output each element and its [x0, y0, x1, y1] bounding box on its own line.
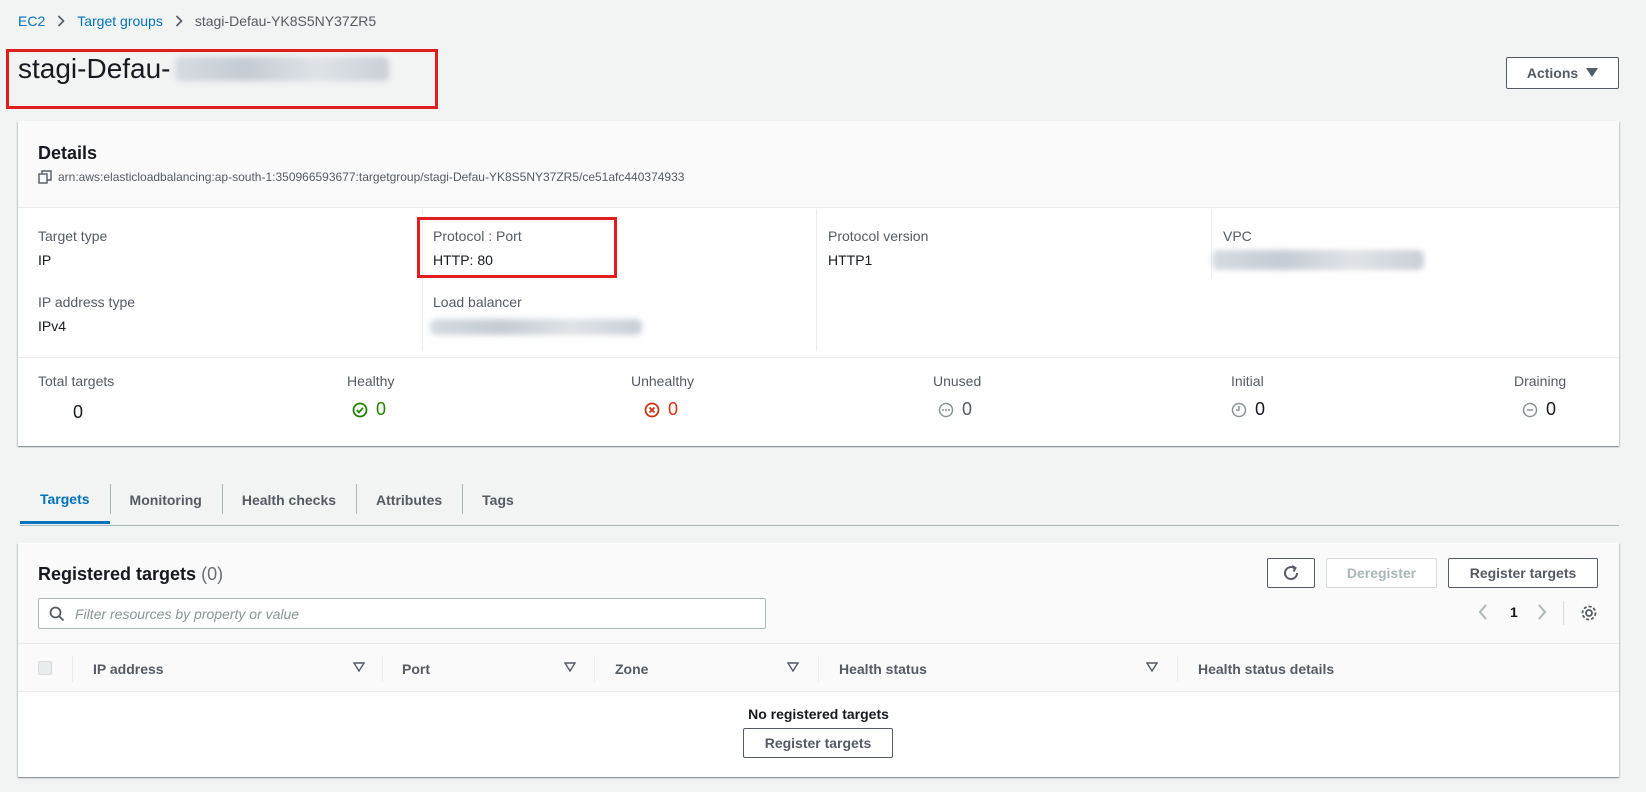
section-divider: [18, 357, 1619, 358]
empty-state-title: No registered targets: [748, 706, 889, 722]
protocol-version-label: Protocol version: [828, 228, 929, 244]
breadcrumb: EC2 Target groups stagi-Defau-YK8S5NY37Z…: [18, 13, 376, 29]
column-ip-address[interactable]: IP address: [93, 644, 164, 693]
unhealthy-value: 0: [668, 399, 679, 419]
column-separator: [818, 656, 819, 682]
column-separator: [1177, 656, 1178, 682]
sort-caret-icon[interactable]: [1146, 662, 1158, 672]
deregister-button[interactable]: Deregister: [1326, 558, 1437, 588]
unused-count: 0: [938, 399, 972, 420]
actions-button[interactable]: Actions: [1506, 57, 1619, 89]
healthy-value: 0: [376, 399, 387, 419]
column-separator: [72, 656, 73, 682]
unhealthy-label: Unhealthy: [631, 373, 695, 389]
refresh-icon: [1284, 565, 1299, 581]
target-type-value: IP: [38, 252, 52, 268]
targets-title-text: Registered targets: [38, 564, 197, 584]
minus-circle-icon: [1522, 402, 1538, 417]
draining-count: 0: [1522, 399, 1556, 420]
protocol-version-value: HTTP1: [828, 252, 873, 268]
healthy-label: Healthy: [347, 373, 395, 389]
total-targets-label: Total targets: [38, 373, 115, 389]
tab-attributes[interactable]: Attributes: [356, 476, 462, 524]
tab-tags[interactable]: Tags: [462, 476, 534, 524]
column-health-status-details[interactable]: Health status details: [1198, 644, 1334, 693]
initial-label: Initial: [1231, 373, 1264, 389]
vpc-label: VPC: [1223, 228, 1252, 244]
search-field[interactable]: Filter resources by property or value: [38, 598, 766, 629]
chevron-left-icon[interactable]: [1478, 604, 1488, 620]
column-separator: [594, 656, 595, 682]
registered-targets-panel: Registered targets (0) Deregister Regist…: [18, 543, 1619, 777]
load-balancer-link-redacted[interactable]: [430, 319, 642, 335]
x-circle-icon: [644, 402, 660, 417]
table-header: IP address Port Zone Health status Healt…: [18, 643, 1619, 692]
details-header: Details arn:aws:elasticloadbalancing:ap-…: [18, 121, 1619, 208]
total-targets-value: 0: [73, 402, 84, 422]
empty-register-targets-button[interactable]: Register targets: [743, 728, 893, 758]
draining-value: 0: [1546, 399, 1557, 419]
ip-address-type-label: IP address type: [38, 294, 136, 310]
tab-health-checks[interactable]: Health checks: [221, 476, 356, 524]
unused-value: 0: [962, 399, 973, 419]
tab-monitoring[interactable]: Monitoring: [109, 476, 222, 524]
refresh-button[interactable]: [1267, 558, 1315, 588]
chevron-right-icon: [57, 15, 65, 27]
targets-count: (0): [201, 564, 224, 584]
arn-row: arn:aws:elasticloadbalancing:ap-south-1:…: [38, 170, 1599, 184]
sort-caret-icon[interactable]: [787, 662, 799, 672]
initial-value: 0: [1255, 399, 1266, 419]
column-zone[interactable]: Zone: [615, 644, 648, 693]
gear-icon[interactable]: [1580, 604, 1598, 622]
breadcrumb-current: stagi-Defau-YK8S5NY37ZR5: [194, 13, 377, 29]
search-input[interactable]: Filter resources by property or value: [75, 606, 299, 622]
column-divider: [1211, 209, 1212, 279]
load-balancer-label: Load balancer: [433, 294, 522, 310]
column-health-status[interactable]: Health status: [839, 644, 927, 693]
sort-caret-icon[interactable]: [353, 662, 365, 672]
ellipsis-circle-icon: [938, 402, 954, 417]
tab-bar: Targets Monitoring Health checks Attribu…: [20, 476, 1619, 526]
vpc-link-redacted[interactable]: [1212, 250, 1424, 270]
caret-down-icon: [1586, 68, 1599, 77]
title-highlight-box: [6, 49, 438, 109]
unhealthy-count: 0: [644, 399, 678, 420]
initial-count: 0: [1231, 399, 1265, 420]
details-heading: Details: [38, 143, 98, 163]
chevron-right-icon: [175, 15, 183, 27]
pagination-divider: [1563, 601, 1564, 625]
arn-value: arn:aws:elasticloadbalancing:ap-south-1:…: [58, 170, 685, 184]
page-number[interactable]: 1: [1510, 604, 1518, 620]
column-divider: [816, 209, 817, 351]
chevron-right-icon[interactable]: [1537, 604, 1547, 620]
target-type-label: Target type: [38, 228, 108, 244]
actions-label: Actions: [1526, 65, 1579, 81]
draining-label: Draining: [1514, 373, 1567, 389]
search-icon: [49, 606, 65, 621]
column-separator: [382, 656, 383, 682]
breadcrumb-target-groups[interactable]: Target groups: [77, 13, 163, 29]
sort-caret-icon[interactable]: [564, 662, 576, 672]
protocol-highlight-box: [417, 217, 617, 278]
healthy-count: 0: [352, 399, 386, 420]
clock-icon: [1231, 402, 1247, 417]
total-targets-count: 0: [73, 402, 83, 423]
copy-icon[interactable]: [38, 170, 52, 184]
unused-label: Unused: [933, 373, 982, 389]
column-port[interactable]: Port: [402, 644, 430, 693]
tab-targets[interactable]: Targets: [20, 476, 110, 524]
register-targets-button[interactable]: Register targets: [1448, 558, 1598, 588]
targets-title: Registered targets (0): [38, 564, 223, 585]
select-all-checkbox[interactable]: [38, 661, 52, 675]
check-circle-icon: [352, 402, 368, 417]
ip-address-type-value: IPv4: [38, 318, 67, 334]
breadcrumb-ec2[interactable]: EC2: [18, 13, 45, 29]
details-panel: Details arn:aws:elasticloadbalancing:ap-…: [18, 121, 1619, 446]
